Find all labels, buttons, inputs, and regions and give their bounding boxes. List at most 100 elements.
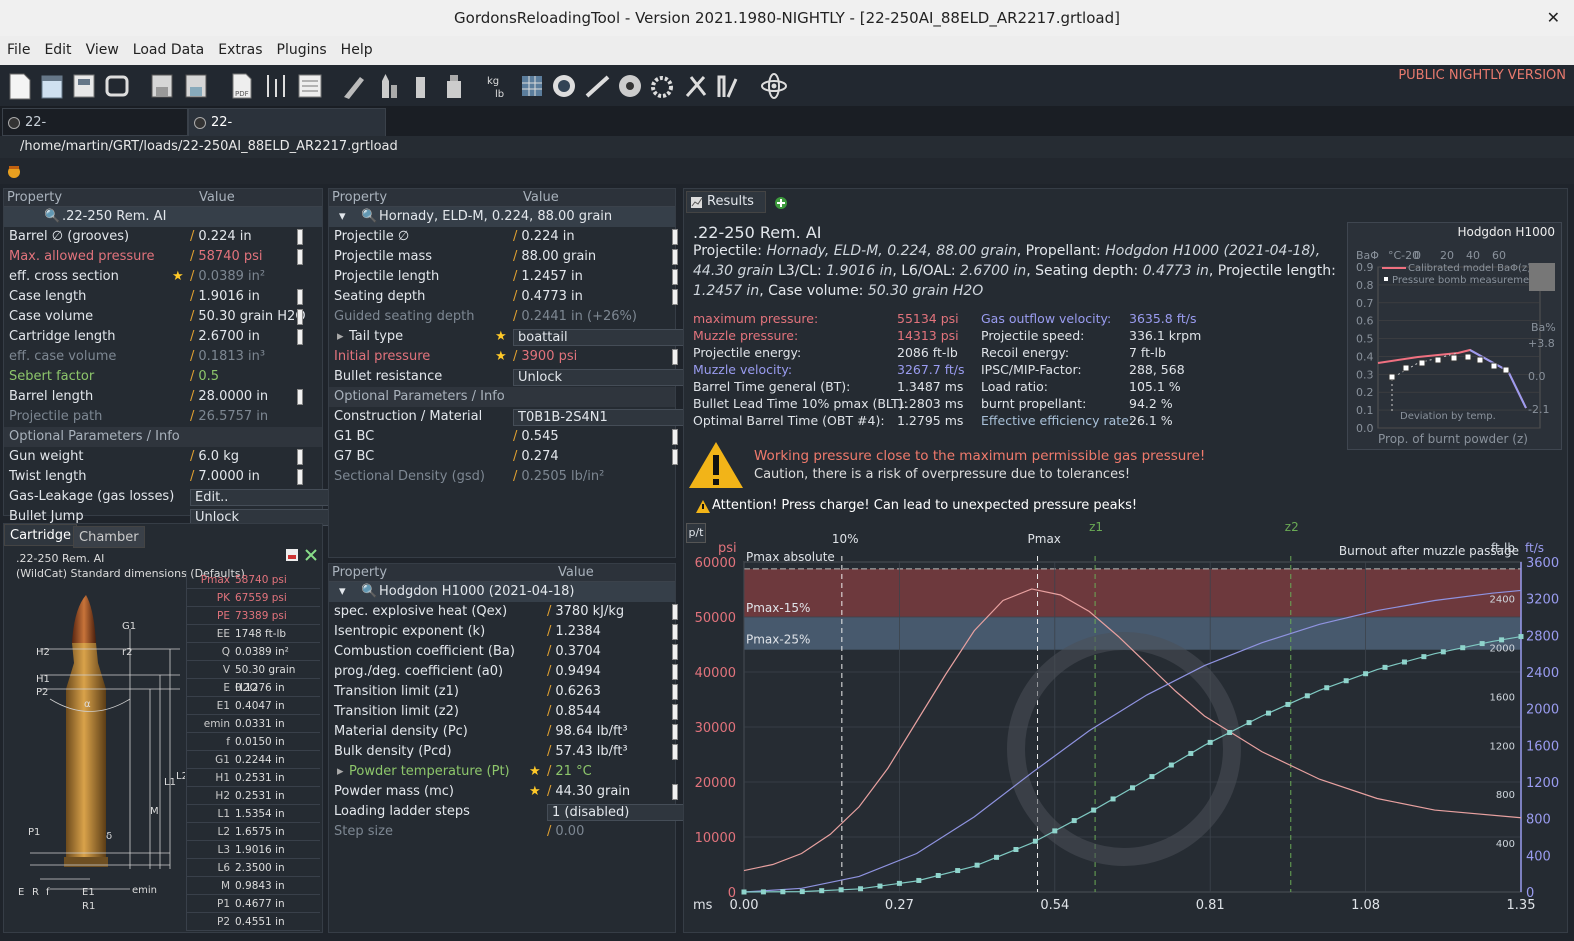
value-spinner[interactable] xyxy=(672,644,678,660)
property-value[interactable]: /88.00 grain xyxy=(513,247,596,267)
property-row[interactable]: G1 BC/0.545 xyxy=(329,427,678,447)
value-spinner[interactable] xyxy=(297,249,303,265)
property-row[interactable]: Optional Parameters / Info xyxy=(329,387,675,407)
property-value[interactable]: /3780 kJ/kg xyxy=(547,602,624,622)
property-value[interactable]: /57.43 lb/ft³ xyxy=(547,742,628,762)
property-value[interactable]: /1.2457 in xyxy=(513,267,583,287)
value-spinner[interactable] xyxy=(672,449,678,465)
agent-icon[interactable] xyxy=(6,163,22,179)
property-row[interactable]: Case length/1.9016 in xyxy=(4,287,322,307)
property-value[interactable]: /0.2505 lb/in² xyxy=(513,467,604,487)
property-value[interactable]: /0.274 xyxy=(513,447,559,467)
caliper-icon[interactable] xyxy=(340,71,368,101)
property-row[interactable]: Sectional Density (gsd) /0.2505 lb/in² xyxy=(329,467,675,487)
property-row[interactable]: Barrel length/28.0000 in xyxy=(4,387,322,407)
menu-file[interactable]: File xyxy=(0,36,37,65)
property-value[interactable]: /98.64 lb/ft³ xyxy=(547,722,628,742)
value-spinner[interactable] xyxy=(297,229,303,245)
property-value[interactable]: /0.6263 xyxy=(547,682,601,702)
property-value[interactable]: /0.1813 in³ xyxy=(190,347,265,367)
menu-plugins[interactable]: Plugins xyxy=(270,36,334,65)
save-template-icon[interactable] xyxy=(70,71,98,101)
property-value[interactable]: /1.9016 in xyxy=(190,287,260,307)
value-combo[interactable]: Edit.. xyxy=(190,489,330,506)
property-row[interactable]: Optional Parameters / Info xyxy=(4,427,322,447)
value-spinner[interactable] xyxy=(672,724,678,740)
property-row[interactable]: eff. case volume/0.1813 in³ xyxy=(4,347,322,367)
property-row[interactable]: Sebert factor/0.5 xyxy=(4,367,322,387)
property-row[interactable]: eff. cross section ★ /0.0389 in² xyxy=(4,267,322,287)
cylinder-icon[interactable] xyxy=(616,71,644,101)
property-row[interactable]: spec. explosive heat (Qex) /3780 kJ/kg xyxy=(329,602,678,622)
projectile-selector[interactable]: ▾ 🔍 Hornady, ELD-M, 0.224, 88.00 grain xyxy=(329,207,675,227)
value-spinner[interactable] xyxy=(672,429,678,445)
expand-arrow-icon[interactable]: ▸ xyxy=(337,327,344,347)
value-spinner[interactable] xyxy=(297,389,303,405)
cartridge-selector[interactable]: 🔍 .22-250 Rem. AI xyxy=(4,207,322,227)
add-tab-icon[interactable] xyxy=(774,196,788,210)
property-value[interactable]: /50.30 grain H2O xyxy=(190,307,306,327)
results-tab[interactable]: Results xyxy=(686,191,766,213)
property-row[interactable]: Material density (Pc) /98.64 lb/ft³ xyxy=(329,722,678,742)
property-value[interactable]: /0.00 xyxy=(547,822,584,842)
expand-icon[interactable] xyxy=(304,548,318,562)
save-icon[interactable] xyxy=(148,71,176,101)
value-combo[interactable]: boattail xyxy=(513,329,705,346)
value-combo[interactable]: 1 (disabled) xyxy=(547,804,705,821)
property-row[interactable]: Powder mass (mc) ★ /44.30 grain xyxy=(329,782,678,802)
value-spinner[interactable] xyxy=(672,269,678,285)
value-spinner[interactable] xyxy=(672,229,678,245)
property-value[interactable]: /0.224 in xyxy=(190,227,252,247)
property-value[interactable]: /58740 psi xyxy=(190,247,263,267)
property-row[interactable]: Projectile length/1.2457 in xyxy=(329,267,678,287)
value-combo[interactable]: T0B1B-2S4N1 xyxy=(513,409,705,426)
value-spinner[interactable] xyxy=(672,684,678,700)
file-tab-n160[interactable]: 22-250AI_88ELD_N160✕ xyxy=(2,108,188,158)
cartridge-icon[interactable] xyxy=(374,71,402,101)
property-row[interactable]: Loading ladder steps 1 (disabled) xyxy=(329,802,705,822)
property-row[interactable]: Projectile path/26.5757 in xyxy=(4,407,322,427)
value-spinner[interactable] xyxy=(297,449,303,465)
new-file-icon[interactable] xyxy=(6,71,34,101)
property-row[interactable]: G7 BC/0.274 xyxy=(329,447,678,467)
property-value[interactable]: /0.0389 in² xyxy=(190,267,265,287)
tab-chamber[interactable]: Chamber xyxy=(73,526,145,548)
property-row[interactable]: Gun weight/6.0 kg xyxy=(4,447,322,467)
powder-icon[interactable] xyxy=(440,71,468,101)
value-spinner[interactable] xyxy=(672,604,678,620)
property-row[interactable]: Barrel ∅ (grooves) /0.224 in xyxy=(4,227,322,247)
value-spinner[interactable] xyxy=(297,329,303,345)
close-window-button[interactable]: ✕ xyxy=(1547,0,1560,36)
property-row[interactable]: Cartridge length/2.6700 in xyxy=(4,327,322,347)
menu-help[interactable]: Help xyxy=(334,36,380,65)
property-row[interactable]: Isentropic exponent (k) /1.2384 xyxy=(329,622,678,642)
powder-selector[interactable]: ▾ 🔍 Hodgdon H1000 (2021-04-18) xyxy=(329,582,675,602)
property-row[interactable]: prog./deg. coefficient (a0) /0.9494 xyxy=(329,662,678,682)
tools-icon[interactable] xyxy=(682,71,710,101)
property-value[interactable]: /0.8544 xyxy=(547,702,601,722)
atom-icon[interactable] xyxy=(760,71,788,101)
refresh-icon[interactable] xyxy=(103,71,131,101)
property-value[interactable]: /28.0000 in xyxy=(190,387,268,407)
property-row[interactable]: Construction / Material T0B1B-2S4N1 xyxy=(329,407,705,427)
grid-icon[interactable] xyxy=(518,71,546,101)
property-row[interactable]: Twist length/7.0000 in xyxy=(4,467,322,487)
value-spinner[interactable] xyxy=(672,664,678,680)
property-row[interactable]: Powder temperature (Pt) ▸ ★ /21 °C xyxy=(329,762,675,782)
value-spinner[interactable] xyxy=(672,744,678,760)
property-value[interactable]: /6.0 kg xyxy=(190,447,239,467)
property-row[interactable]: Projectile ∅ /0.224 in xyxy=(329,227,678,247)
property-value[interactable]: /7.0000 in xyxy=(190,467,260,487)
property-value[interactable]: /44.30 grain xyxy=(547,782,630,802)
property-row[interactable]: Bullet resistance Unlock xyxy=(329,367,705,387)
property-value[interactable]: /2.6700 in xyxy=(190,327,260,347)
property-value[interactable]: /21 °C xyxy=(547,762,592,782)
expand-arrow-icon[interactable]: ▸ xyxy=(337,762,344,782)
target-icon[interactable] xyxy=(550,71,578,101)
menu-load-data[interactable]: Load Data xyxy=(126,36,211,65)
property-row[interactable]: Projectile mass/88.00 grain xyxy=(329,247,678,267)
property-value[interactable]: /3900 psi xyxy=(513,347,577,367)
value-spinner[interactable] xyxy=(672,704,678,720)
property-row[interactable]: Seating depth/0.4773 in xyxy=(329,287,678,307)
value-spinner[interactable] xyxy=(672,349,678,365)
